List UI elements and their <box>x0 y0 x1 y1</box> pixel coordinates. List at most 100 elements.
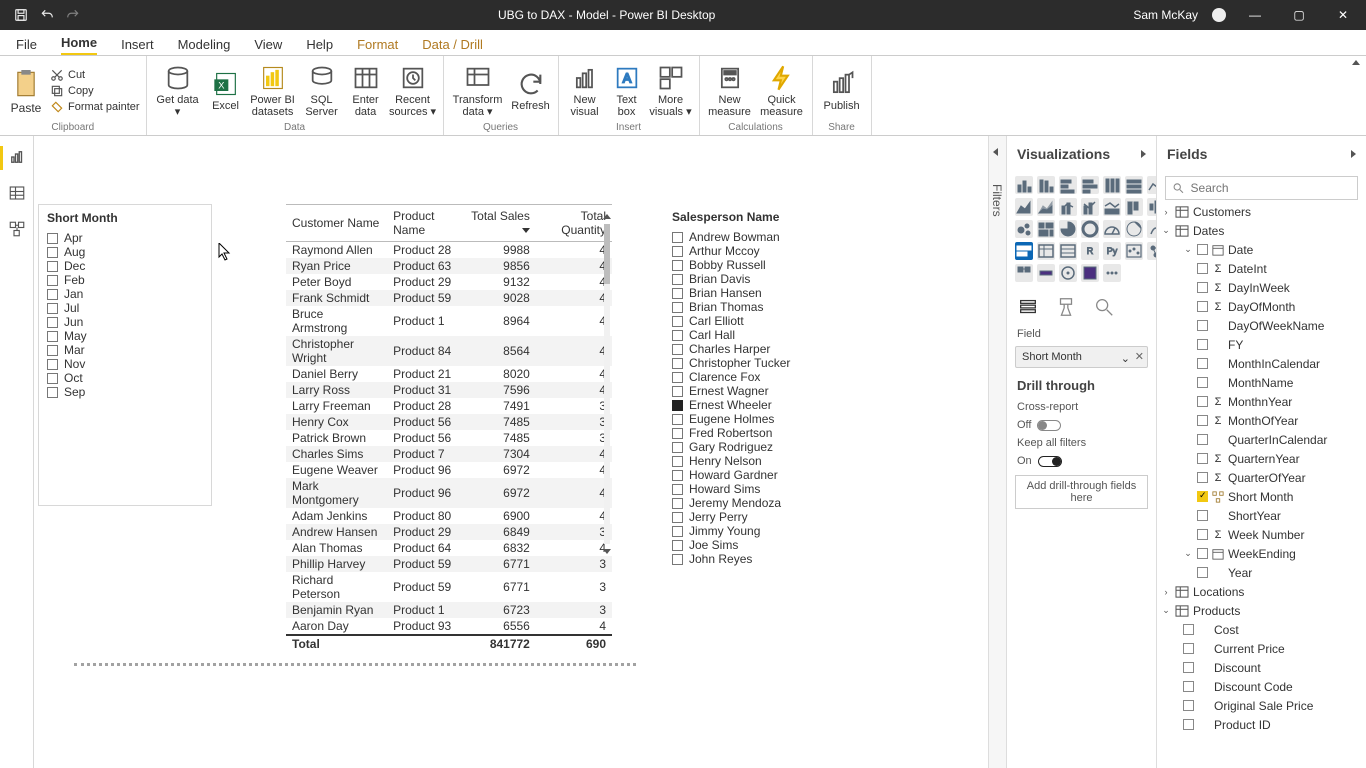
field-node[interactable]: ΣMonthOfYear <box>1161 411 1362 430</box>
slicer-option[interactable]: Ernest Wheeler <box>664 398 848 412</box>
table-node[interactable]: ›Locations <box>1161 582 1362 601</box>
fields-search[interactable] <box>1165 176 1358 200</box>
viz-type-icon[interactable] <box>1081 220 1099 238</box>
field-node[interactable]: ΣDateInt <box>1161 259 1362 278</box>
field-node[interactable]: MonthName <box>1161 373 1362 392</box>
table-row[interactable]: Frank SchmidtProduct 5990284 <box>286 290 612 306</box>
viz-type-icon[interactable]: R <box>1081 242 1099 260</box>
viz-type-icon[interactable] <box>1015 220 1033 238</box>
slicer-option[interactable]: Charles Harper <box>664 342 848 356</box>
get-data-button[interactable]: Get data ▾ <box>153 64 203 118</box>
viz-type-icon[interactable] <box>1015 242 1033 260</box>
table-row[interactable]: Bruce ArmstrongProduct 189644 <box>286 306 612 336</box>
table-row[interactable]: Larry RossProduct 3175964 <box>286 382 612 398</box>
maximize-button[interactable]: ▢ <box>1284 8 1314 22</box>
table-row[interactable]: Eugene WeaverProduct 9669724 <box>286 462 612 478</box>
slicer-option[interactable]: Arthur Mccoy <box>664 244 848 258</box>
format-painter-button[interactable]: Format painter <box>50 100 140 114</box>
viz-type-icon[interactable]: Py <box>1103 242 1121 260</box>
slicer-option[interactable]: Joe Sims <box>664 538 848 552</box>
viz-type-icon[interactable] <box>1037 198 1055 216</box>
field-node[interactable]: ΣDayInWeek <box>1161 278 1362 297</box>
viz-type-icon[interactable] <box>1037 264 1055 282</box>
slicer-option[interactable]: May <box>39 329 211 343</box>
slicer-option[interactable]: Bobby Russell <box>664 258 848 272</box>
table-row[interactable]: Aaron DayProduct 9365564 <box>286 618 612 635</box>
viz-type-icon[interactable] <box>1059 264 1077 282</box>
report-canvas[interactable]: Short Month AprAugDecFebJanJulJunMayMarN… <box>34 136 1006 768</box>
slicer-option[interactable]: Christopher Tucker <box>664 356 848 370</box>
table-row[interactable]: Larry FreemanProduct 2874913 <box>286 398 612 414</box>
table-row[interactable]: Alan ThomasProduct 6468324 <box>286 540 612 556</box>
field-node[interactable]: FY <box>1161 335 1362 354</box>
slicer-option[interactable]: Ernest Wagner <box>664 384 848 398</box>
table-scrollbar[interactable] <box>603 224 611 544</box>
report-view-icon[interactable] <box>8 148 26 166</box>
field-node[interactable]: Current Price <box>1161 639 1362 658</box>
collapse-icon[interactable] <box>1351 150 1356 158</box>
slicer-option[interactable]: Nov <box>39 357 211 371</box>
field-node[interactable]: Year <box>1161 563 1362 582</box>
tab-help[interactable]: Help <box>306 37 333 55</box>
table-row[interactable]: Henry CoxProduct 5674853 <box>286 414 612 430</box>
table-row[interactable]: Benjamin RyanProduct 167233 <box>286 602 612 618</box>
slicer-option[interactable]: Apr <box>39 231 211 245</box>
keep-filters-toggle[interactable] <box>1038 456 1062 467</box>
viz-type-icon[interactable] <box>1015 198 1033 216</box>
field-node[interactable]: DayOfWeekName <box>1161 316 1362 335</box>
table-row[interactable]: Phillip HarveyProduct 5967713 <box>286 556 612 572</box>
field-node[interactable]: MonthInCalendar <box>1161 354 1362 373</box>
quick-measure-button[interactable]: Quick measure <box>758 64 806 118</box>
slicer-option[interactable]: Feb <box>39 273 211 287</box>
new-visual-button[interactable]: New visual <box>565 64 605 118</box>
viz-type-icon[interactable] <box>1015 176 1033 194</box>
field-node[interactable]: ΣMonthnYear <box>1161 392 1362 411</box>
table-node[interactable]: ⌄Dates <box>1161 221 1362 240</box>
viz-type-icon[interactable] <box>1103 198 1121 216</box>
column-header[interactable]: Total Quantity <box>536 205 612 242</box>
slicer-option[interactable]: Howard Sims <box>664 482 848 496</box>
slicer-option[interactable]: Jeremy Mendoza <box>664 496 848 510</box>
slicer-short-month[interactable]: Short Month AprAugDecFebJanJulJunMayMarN… <box>38 204 212 506</box>
field-chip-short-month[interactable]: Short Month ⌄ ✕ <box>1015 346 1148 368</box>
slicer-option[interactable]: Jerry Perry <box>664 510 848 524</box>
slicer-option[interactable]: Brian Davis <box>664 272 848 286</box>
slicer-option[interactable]: Sep <box>39 385 211 399</box>
column-header[interactable]: Customer Name <box>286 205 387 242</box>
viz-type-icon[interactable] <box>1059 198 1077 216</box>
slicer-option[interactable]: Howard Gardner <box>664 468 848 482</box>
chevron-down-icon[interactable]: ⌄ <box>1121 352 1130 365</box>
slicer-option[interactable]: Oct <box>39 371 211 385</box>
viz-type-icon[interactable] <box>1103 220 1121 238</box>
save-icon[interactable] <box>14 8 28 22</box>
field-node[interactable]: ⌄WeekEnding <box>1161 544 1362 563</box>
close-button[interactable]: ✕ <box>1328 8 1358 22</box>
field-node[interactable]: QuarterInCalendar <box>1161 430 1362 449</box>
slicer-option[interactable]: Jan <box>39 287 211 301</box>
cross-report-toggle[interactable] <box>1037 420 1061 431</box>
slicer-option[interactable]: Jun <box>39 315 211 329</box>
table-row[interactable]: Adam JenkinsProduct 8069004 <box>286 508 612 524</box>
search-input[interactable] <box>1191 181 1351 195</box>
more-visuals-button[interactable]: More visuals ▾ <box>649 64 693 118</box>
field-node[interactable]: ΣQuarternYear <box>1161 449 1362 468</box>
slicer-option[interactable]: Andrew Bowman <box>664 230 848 244</box>
field-node[interactable]: Discount Code <box>1161 677 1362 696</box>
slicer-option[interactable]: Fred Robertson <box>664 426 848 440</box>
field-node[interactable]: ΣWeek Number <box>1161 525 1362 544</box>
slicer-option[interactable]: Eugene Holmes <box>664 412 848 426</box>
new-measure-button[interactable]: New measure <box>706 64 754 118</box>
table-row[interactable]: Raymond AllenProduct 2899884 <box>286 242 612 259</box>
fields-tab-icon[interactable] <box>1017 296 1039 318</box>
transform-data-button[interactable]: Transform data ▾ <box>450 64 506 118</box>
data-view-icon[interactable] <box>8 184 26 202</box>
tab-insert[interactable]: Insert <box>121 37 154 55</box>
viz-type-icon[interactable] <box>1037 220 1055 238</box>
field-node[interactable]: Discount <box>1161 658 1362 677</box>
viz-type-icon[interactable] <box>1125 198 1143 216</box>
table-row[interactable]: Ryan PriceProduct 6398564 <box>286 258 612 274</box>
minimize-button[interactable]: — <box>1240 8 1270 22</box>
field-node[interactable]: Short Month <box>1161 487 1362 506</box>
table-row[interactable]: Daniel BerryProduct 2180204 <box>286 366 612 382</box>
table-row[interactable]: Mark MontgomeryProduct 9669724 <box>286 478 612 508</box>
